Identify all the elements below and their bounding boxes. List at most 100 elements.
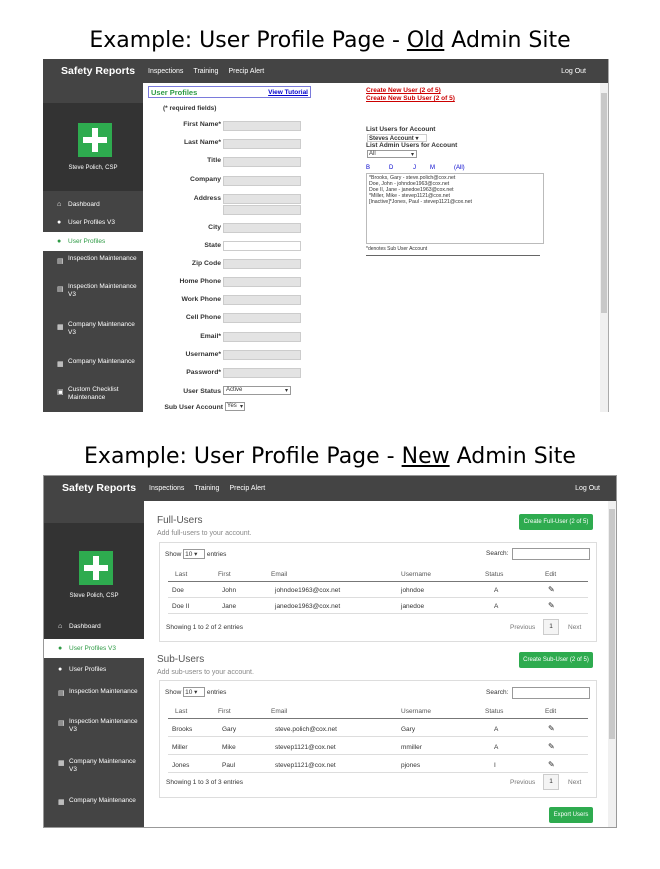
sidebar-item-dashboard[interactable]: ⌂ Dashboard [44,623,144,635]
sidebar-item-user-profiles-v3[interactable]: ● User Profiles V3 [44,639,144,658]
col-username[interactable]: Username [401,571,431,578]
edit-icon[interactable]: ✎ [548,760,555,769]
page-length-select[interactable]: 10 ▾ [183,687,206,697]
col-last[interactable]: Last [175,571,187,578]
logout-link[interactable]: Log Out [575,485,600,492]
brand-logo[interactable]: Safety Reports [61,65,135,77]
list-item[interactable]: [Inactive]*Jones, Paul - stevep1121@cox.… [369,199,541,205]
letter-all-link[interactable]: (All) [454,165,465,171]
edit-icon[interactable]: ✎ [548,601,555,610]
create-new-user-link[interactable]: Create New User (2 of 5) [366,87,441,94]
state-input[interactable] [223,241,301,251]
zip-input[interactable] [223,259,301,269]
create-sub-user-button[interactable]: Create Sub-User (2 of 5) [519,652,593,668]
address-input-1[interactable] [223,194,301,204]
col-status[interactable]: Status [485,708,503,715]
sidebar-item-inspection-maintenance-v3[interactable]: ▤ Inspection Maintenance V3 [44,718,144,746]
cell-phone-input[interactable] [223,313,301,323]
page-length-select[interactable]: 10 ▾ [183,549,206,559]
scrollbar[interactable] [608,501,616,827]
address-input-2[interactable] [223,205,301,215]
user-icon: ● [58,645,63,652]
create-new-sub-user-link[interactable]: Create New Sub User (2 of 5) [366,95,455,102]
next-button[interactable]: Next [568,624,581,631]
table-row[interactable]: Doe John johndoe1963@cox.net johndoe A ✎ [168,582,588,598]
chevron-down-icon: ▾ [239,404,243,410]
previous-button[interactable]: Previous [510,624,535,631]
sidebar-item-user-profiles-v3[interactable]: ● User Profiles V3 [43,214,143,232]
previous-button[interactable]: Previous [510,779,535,786]
letter-b-link[interactable]: B [366,165,370,171]
clipboard-icon: ▤ [57,286,64,293]
username-input[interactable] [223,350,301,360]
next-button[interactable]: Next [568,779,581,786]
sidebar-item-company-maintenance[interactable]: ▦ Company Maintenance [43,358,143,378]
col-email[interactable]: Email [271,708,287,715]
nav-training[interactable]: Training [193,68,218,75]
search-input[interactable] [512,687,590,699]
letter-m-link[interactable]: M [430,165,435,171]
sidebar-item-dashboard[interactable]: ⌂ Dashboard [43,196,143,214]
sidebar-item-user-profiles[interactable]: ● User Profiles [44,666,144,678]
user-status-select[interactable]: Active ▾ [223,386,291,395]
cell-username: johndoe [401,587,425,594]
edit-icon[interactable]: ✎ [548,585,555,594]
admin-select[interactable]: All ▾ [367,150,417,158]
select-value: All [369,151,376,157]
table-row[interactable]: Doe II Jane janedoe1963@cox.net janedoe … [168,598,588,614]
sidebar-item-inspection-maintenance-v3[interactable]: ▤ Inspection Maintenance V3 [43,283,143,311]
table-row[interactable]: Jones Paul stevep1121@cox.net pjones I ✎ [168,757,588,773]
nav-precip-alert[interactable]: Precip Alert [229,485,265,492]
sidebar-item-custom-checklist[interactable]: ▣ Custom Checklist Maintenance [43,386,143,406]
sidebar-item-inspection-maintenance[interactable]: ▤ Inspection Maintenance [43,255,143,275]
brand-logo[interactable]: Safety Reports [62,482,136,494]
col-first[interactable]: First [218,571,231,578]
scrollbar[interactable] [600,83,608,412]
first-name-input[interactable] [223,121,301,131]
chevron-down-icon: ▾ [284,388,288,394]
company-input[interactable] [223,176,301,186]
sub-user-select[interactable]: Yes ▾ [225,402,245,411]
table-row[interactable]: Brooks Gary steve.polich@cox.net Gary A … [168,721,588,737]
nav-precip-alert[interactable]: Precip Alert [228,68,264,75]
email-input[interactable] [223,332,301,342]
sidebar-label: Company Maintenance [68,358,135,365]
scrollbar-thumb[interactable] [601,93,607,313]
edit-icon[interactable]: ✎ [548,742,555,751]
select-value: 10 [185,689,193,696]
nav-inspections[interactable]: Inspections [148,68,183,75]
user-listbox[interactable]: *Brooks, Gary - steve.polich@cox.net Doe… [366,173,544,244]
letter-j-link[interactable]: J [413,165,416,171]
sidebar-item-inspection-maintenance[interactable]: ▤ Inspection Maintenance [44,688,144,708]
sidebar-item-company-maintenance[interactable]: ▦ Company Maintenance [44,797,144,817]
title-input[interactable] [223,157,301,167]
search-input[interactable] [512,548,590,560]
col-email[interactable]: Email [271,571,287,578]
export-users-button[interactable]: Export Users [549,807,593,823]
edit-icon[interactable]: ✎ [548,724,555,733]
work-phone-input[interactable] [223,295,301,305]
sidebar-item-company-maintenance-v3[interactable]: ▦ Company Maintenance V3 [43,321,143,349]
city-input[interactable] [223,223,301,233]
nav-training[interactable]: Training [194,485,219,492]
col-last[interactable]: Last [175,708,187,715]
home-phone-input[interactable] [223,277,301,287]
col-status[interactable]: Status [485,571,503,578]
col-first[interactable]: First [218,708,231,715]
sidebar-item-user-profiles[interactable]: ● User Profiles [43,232,143,251]
password-input[interactable] [223,368,301,378]
account-select[interactable]: Steves Account ▾ [367,134,427,142]
table-row[interactable]: Miller Mike stevep1121@cox.net mmiller A… [168,739,588,755]
create-full-user-button[interactable]: Create Full-User (2 of 5) [519,514,593,530]
page-1-button[interactable]: 1 [543,619,559,635]
view-tutorial-link[interactable]: View Tutorial [268,89,308,96]
nav-inspections[interactable]: Inspections [149,485,184,492]
last-name-input[interactable] [223,139,301,149]
logout-link[interactable]: Log Out [561,68,586,75]
sidebar-item-company-maintenance-v3[interactable]: ▦ Company Maintenance V3 [44,758,144,786]
col-username[interactable]: Username [401,708,431,715]
letter-d-link[interactable]: D [389,165,393,171]
page-1-button[interactable]: 1 [543,774,559,790]
field-label-last-name: Last Name* [183,139,221,146]
scrollbar-thumb[interactable] [609,509,615,739]
